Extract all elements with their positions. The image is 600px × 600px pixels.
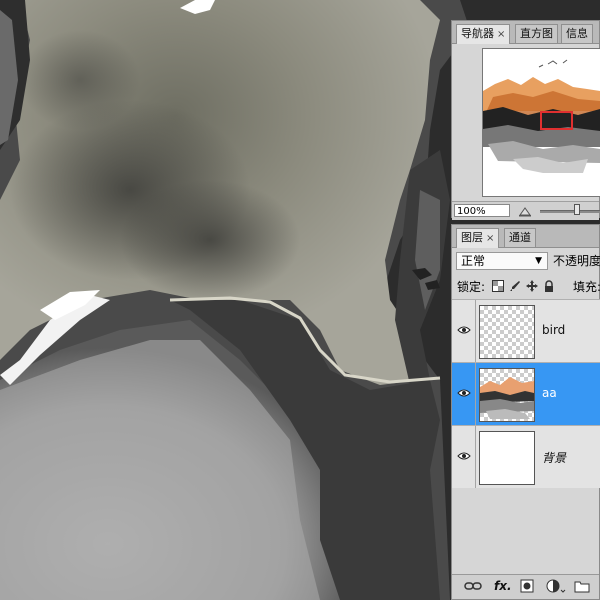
link-icon[interactable] [464, 579, 482, 593]
new-group-icon[interactable] [574, 579, 590, 593]
close-icon[interactable]: × [497, 29, 505, 40]
tab-layers[interactable]: 图层 × [456, 228, 500, 248]
layer-row-bird[interactable]: bird [452, 299, 600, 362]
layer-thumbnail [479, 431, 535, 485]
tab-navigator-label: 导航器 [461, 27, 494, 40]
eye-icon [457, 452, 471, 460]
tab-info[interactable]: 信息 [561, 24, 593, 43]
zoom-slider-track[interactable] [540, 210, 600, 213]
layer-mask-icon[interactable] [520, 579, 534, 593]
adjustment-layer-icon[interactable] [546, 579, 566, 593]
navigator-zoom-bar: 100% [452, 201, 600, 220]
lock-all-icon[interactable] [543, 280, 555, 292]
layers-panel: 图层 × 通道 正常 ▼ 不透明度: 锁定: 填充: bird aa 背景 fx… [451, 224, 600, 600]
layer-thumbnail [479, 305, 535, 359]
layer-name[interactable]: bird [542, 323, 565, 337]
close-icon[interactable]: × [486, 233, 494, 244]
eye-icon [457, 389, 471, 397]
fill-label: 填充: [573, 280, 600, 294]
tab-channels[interactable]: 通道 [504, 228, 536, 247]
layer-visibility-toggle[interactable] [453, 363, 476, 425]
layer-name[interactable]: aa [542, 386, 557, 400]
lock-transparent-icon[interactable] [492, 280, 504, 292]
navigator-thumbnail [483, 49, 600, 196]
blend-mode-value: 正常 [461, 254, 486, 268]
lock-label: 锁定: [457, 280, 486, 294]
lock-brush-icon[interactable] [509, 280, 521, 292]
tab-channels-label: 通道 [509, 231, 531, 244]
tab-info-label: 信息 [566, 27, 588, 40]
navigator-tabbar: 导航器 × 直方图 信息 [452, 21, 599, 44]
tab-layers-label: 图层 [461, 231, 483, 244]
layer-row-background[interactable]: 背景 [452, 425, 600, 488]
layer-thumbnail [479, 368, 535, 422]
zoom-out-icon[interactable] [518, 204, 532, 217]
layers-tabbar: 图层 × 通道 [452, 225, 599, 248]
navigator-panel: 导航器 × 直方图 信息 100% [451, 20, 600, 220]
eye-icon [457, 326, 471, 334]
lock-move-icon[interactable] [526, 280, 538, 292]
blend-mode-select[interactable]: 正常 ▼ [456, 252, 548, 270]
layer-thumbnail-image [480, 377, 534, 419]
layer-row-aa[interactable]: aa [452, 362, 600, 425]
zoom-slider-thumb[interactable] [574, 204, 580, 215]
layer-name[interactable]: 背景 [542, 449, 566, 466]
fx-icon[interactable]: fx. [494, 579, 512, 593]
layer-visibility-toggle[interactable] [453, 300, 476, 362]
tab-navigator[interactable]: 导航器 × [456, 24, 511, 44]
zoom-field[interactable]: 100% [454, 204, 510, 217]
layers-footer: fx. [452, 574, 599, 599]
chevron-down-icon: ▼ [535, 256, 542, 266]
tab-histogram[interactable]: 直方图 [515, 24, 558, 43]
layer-visibility-toggle[interactable] [453, 426, 476, 488]
opacity-label: 不透明度: [553, 254, 600, 268]
navigator-preview[interactable] [482, 48, 600, 197]
lock-row: 锁定: 填充: [452, 277, 600, 297]
tab-histogram-label: 直方图 [520, 27, 553, 40]
